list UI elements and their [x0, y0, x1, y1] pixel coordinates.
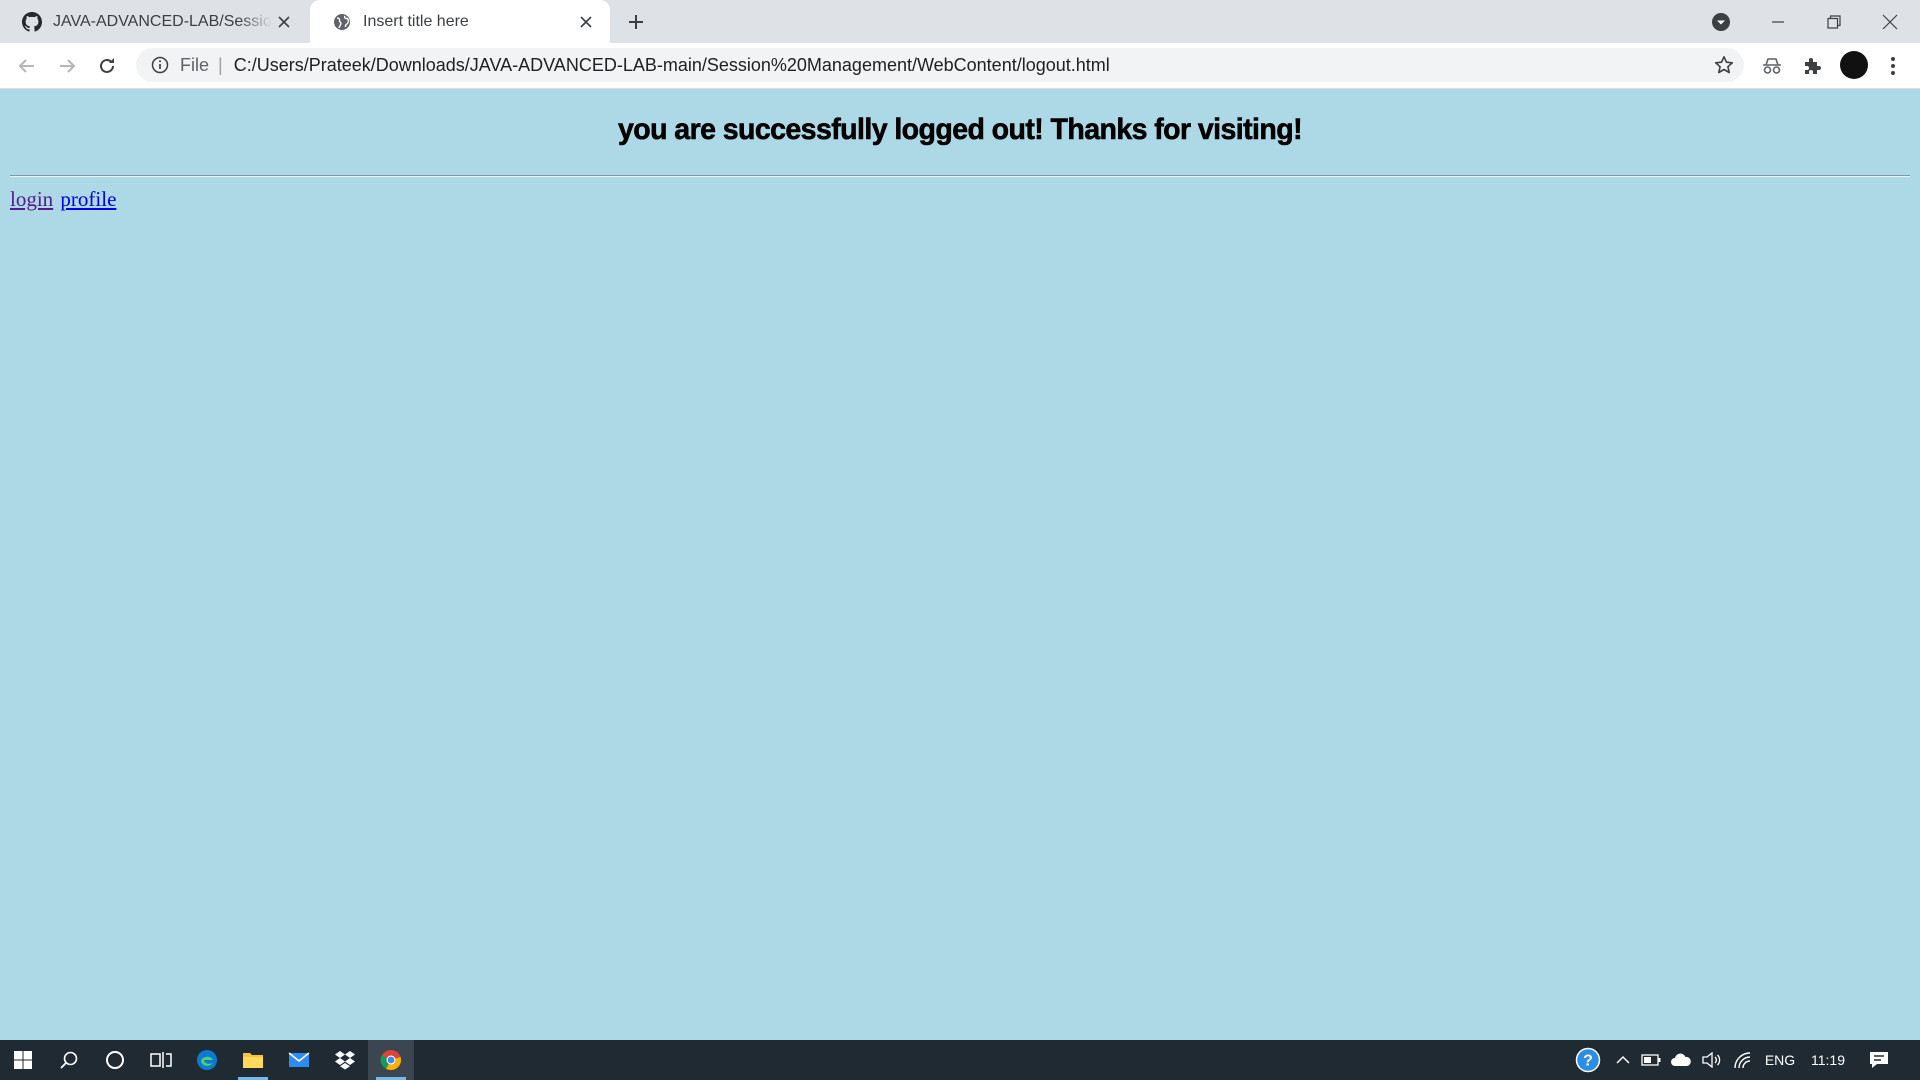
bookmark-star-icon[interactable] — [1714, 55, 1734, 75]
forward-button[interactable] — [50, 49, 84, 83]
login-link[interactable]: login — [10, 187, 53, 211]
clock[interactable]: 11:19 — [1806, 1040, 1850, 1080]
start-windows-icon[interactable] — [0, 1040, 46, 1080]
close-icon[interactable] — [272, 10, 296, 34]
file-explorer-icon[interactable] — [230, 1040, 276, 1080]
tab-github[interactable]: JAVA-ADVANCED-LAB/Session Management — [0, 0, 308, 43]
globe-icon — [332, 12, 352, 32]
windows-taskbar: ? ENG 11:19 — [0, 1040, 1920, 1080]
info-icon[interactable] — [150, 55, 170, 75]
search-icon[interactable] — [46, 1040, 92, 1080]
url-separator: | — [218, 54, 223, 75]
browser-toolbar: File | C:/Users/Prateek/Downloads/JAVA-A… — [0, 43, 1920, 89]
profile-link[interactable]: profile — [60, 187, 116, 211]
help-icon[interactable]: ? — [1572, 1040, 1604, 1080]
page-body: you are successfully logged out! Thanks … — [0, 89, 1920, 1040]
dropbox-icon[interactable] — [322, 1040, 368, 1080]
url-scheme: File — [180, 54, 210, 75]
task-view-icon[interactable] — [138, 1040, 184, 1080]
tab-search-icon[interactable] — [1708, 9, 1734, 35]
tab-title: Insert title here — [363, 12, 469, 30]
chevron-up-icon[interactable] — [1612, 1040, 1634, 1080]
logout-message-heading: you are successfully logged out! Thanks … — [617, 113, 1303, 147]
minimize-button[interactable] — [1750, 0, 1806, 43]
window-close-button[interactable] — [1862, 0, 1918, 43]
profile-avatar[interactable] — [1840, 51, 1868, 79]
new-tab-button[interactable] — [620, 8, 652, 36]
reload-button[interactable] — [90, 49, 124, 83]
horizontal-rule — [10, 175, 1910, 177]
menu-kebab-icon[interactable] — [1876, 49, 1910, 83]
address-bar[interactable]: File | C:/Users/Prateek/Downloads/JAVA-A… — [136, 48, 1744, 82]
cortana-icon[interactable] — [92, 1040, 138, 1080]
back-button[interactable] — [10, 49, 44, 83]
volume-icon[interactable] — [1700, 1040, 1724, 1080]
tab-strip: JAVA-ADVANCED-LAB/Session Management Ins… — [0, 0, 1920, 43]
notifications-icon[interactable] — [1862, 1040, 1896, 1080]
language-indicator[interactable]: ENG — [1760, 1040, 1800, 1080]
incognito-extension-icon[interactable] — [1755, 49, 1789, 83]
wifi-icon[interactable] — [1730, 1040, 1756, 1080]
chrome-icon[interactable] — [368, 1040, 414, 1080]
github-icon — [22, 11, 42, 32]
battery-icon[interactable] — [1640, 1040, 1662, 1080]
edge-icon[interactable] — [184, 1040, 230, 1080]
close-icon[interactable] — [574, 10, 598, 34]
nav-links: login profile — [10, 187, 118, 212]
svg-text:?: ? — [1583, 1053, 1593, 1070]
restore-button[interactable] — [1806, 0, 1862, 43]
mail-icon[interactable] — [276, 1040, 322, 1080]
tab-active[interactable]: Insert title here — [310, 0, 610, 43]
extensions-puzzle-icon[interactable] — [1795, 49, 1829, 83]
url-text[interactable]: C:/Users/Prateek/Downloads/JAVA-ADVANCED… — [234, 55, 1110, 76]
tab-title: JAVA-ADVANCED-LAB/Session Management — [53, 12, 272, 30]
onedrive-cloud-icon[interactable] — [1668, 1040, 1694, 1080]
